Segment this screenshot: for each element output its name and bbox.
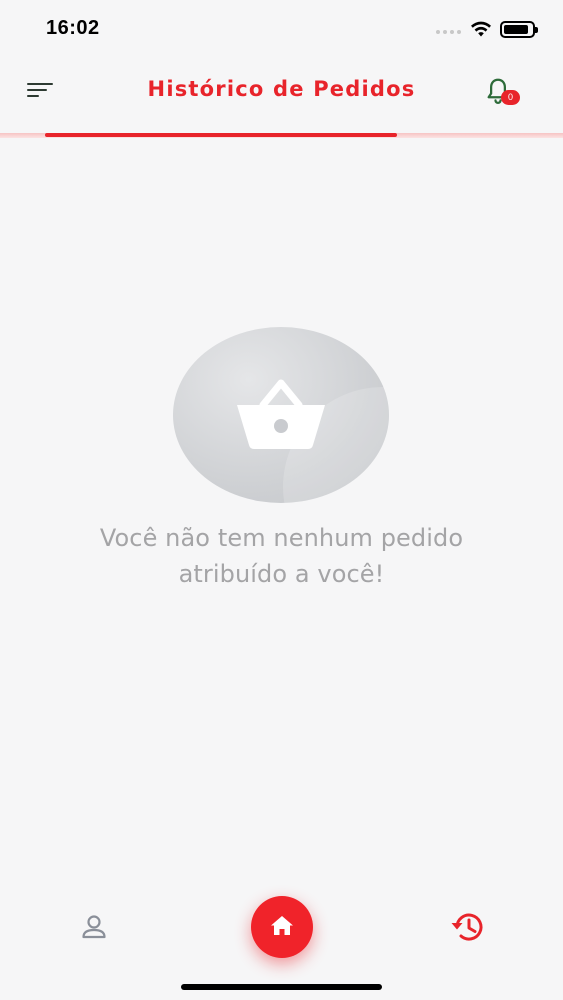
bottom-navigation xyxy=(0,880,563,1000)
status-bar: 16:02 xyxy=(0,0,563,60)
status-time: 16:02 xyxy=(46,17,100,39)
page-title: Histórico de Pedidos xyxy=(147,77,416,101)
nav-profile-button[interactable] xyxy=(78,912,110,942)
notification-badge: 0 xyxy=(501,90,520,105)
home-icon xyxy=(271,916,293,935)
battery-icon xyxy=(500,21,538,38)
cellular-signal-icon xyxy=(436,30,461,34)
empty-state-illustration xyxy=(173,327,389,503)
home-indicator xyxy=(181,984,382,990)
nav-home-button[interactable] xyxy=(251,896,313,958)
basket-icon xyxy=(237,379,325,449)
app-header: Histórico de Pedidos 0 xyxy=(0,60,563,136)
nav-history-button[interactable] xyxy=(449,910,489,944)
notifications-button[interactable]: 0 xyxy=(481,74,521,108)
empty-state-message-line2: atribuído a você! xyxy=(178,560,385,588)
wifi-icon xyxy=(471,21,491,37)
empty-state-message-line1: Você não tem nenhum pedido xyxy=(99,524,464,552)
user-icon xyxy=(82,915,106,939)
history-icon xyxy=(451,913,483,941)
header-progress-bar xyxy=(45,133,397,137)
empty-state-message: Você não tem nenhum pedido atribuído a v… xyxy=(40,520,523,592)
